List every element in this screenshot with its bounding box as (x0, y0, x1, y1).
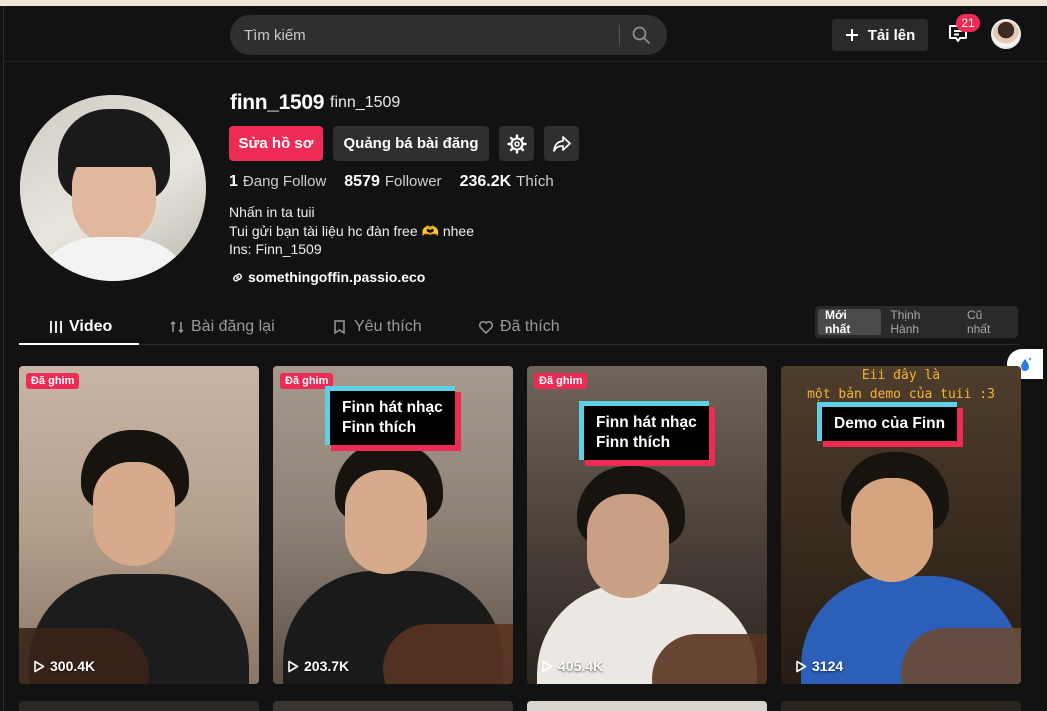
video-card[interactable]: Đã ghim Finn hát nhạc Finn thích 203.7K (273, 366, 513, 684)
video-card-partial[interactable] (527, 701, 767, 711)
tab-video[interactable]: Video (49, 309, 112, 345)
video-caption: Finn hát nhạc Finn thích (579, 401, 709, 460)
grid-icon (50, 321, 62, 333)
video-card[interactable]: Eii đây là một bản demo của tuii :3 Demo… (781, 366, 1021, 684)
video-card-partial[interactable] (273, 701, 513, 711)
profile-nickname: finn_1509 (330, 94, 401, 111)
profile-username: finn_1509 (230, 91, 325, 114)
pinned-badge: Đã ghim (534, 373, 588, 389)
settings-button[interactable] (499, 126, 534, 161)
view-count: 405.4K (541, 658, 603, 674)
video-caption: Finn hát nhạc Finn thích (325, 386, 455, 445)
search-input[interactable] (244, 15, 614, 55)
video-caption: Demo của Finn (817, 402, 958, 441)
profile-link[interactable]: somethingoffin.passio.eco (231, 269, 425, 285)
sort-newest[interactable]: Mới nhất (818, 308, 882, 336)
video-card-partial[interactable] (781, 701, 1021, 711)
play-icon (34, 660, 45, 672)
following-stat[interactable]: 1 Đang Follow (229, 173, 326, 191)
top-header: Tải lên 21 (4, 6, 1047, 62)
app-frame: Tải lên 21 finn_1509 finn_1509 Sửa hồ sơ… (3, 6, 1047, 711)
search-divider (619, 25, 620, 45)
share-arrow-icon (552, 135, 571, 152)
active-tab-indicator (19, 343, 139, 345)
pinned-badge: Đã ghim (26, 373, 80, 389)
bio-line: Tui gửi bạn tài liệu hc đàn free 🫶 nhee (229, 222, 474, 239)
likes-stat: 236.2K Thích (459, 173, 554, 190)
followers-stat[interactable]: 8579 Follower (344, 173, 441, 191)
sort-popular[interactable]: Thịnh Hành (883, 308, 958, 336)
play-icon (288, 660, 299, 672)
view-count: 203.7K (287, 658, 349, 674)
view-count: 3124 (795, 658, 843, 674)
account-avatar[interactable] (991, 19, 1021, 49)
upload-label: Tải lên (867, 26, 916, 44)
search-bar[interactable] (230, 15, 667, 55)
heart-icon (478, 320, 494, 335)
search-icon[interactable] (631, 25, 651, 45)
link-icon (233, 273, 242, 281)
tab-reposts[interactable]: Bài đăng lại (169, 309, 275, 345)
share-profile-button[interactable] (544, 126, 579, 161)
video-card[interactable]: Đã ghim 300.4K (19, 366, 259, 684)
upload-button[interactable]: Tải lên (832, 19, 928, 51)
play-icon (796, 660, 807, 672)
inbox-badge: 21 (956, 14, 980, 32)
plus-icon (845, 29, 858, 41)
bio-line: Nhấn in ta tuii (229, 204, 315, 220)
profile-stats: 1 Đang Follow 8579 Follower 236.2K Thích (229, 173, 554, 191)
gear-icon (506, 133, 527, 154)
tab-liked[interactable]: Đã thích (478, 309, 560, 345)
edit-profile-button[interactable]: Sửa hồ sơ (229, 126, 323, 161)
profile-link-text: somethingoffin.passio.eco (248, 269, 426, 285)
repost-icon (170, 320, 184, 334)
bio-line: Ins: Finn_1509 (229, 241, 322, 257)
video-top-text: Eii đây là một bản demo của tuii :3 (807, 368, 995, 402)
tab-favorites[interactable]: Yêu thích (332, 309, 422, 345)
video-card-partial[interactable] (19, 701, 259, 711)
play-icon (542, 660, 553, 672)
view-count: 300.4K (33, 658, 95, 674)
video-card[interactable]: Đã ghim Finn hát nhạc Finn thích 405.4K (527, 366, 767, 684)
sort-oldest[interactable]: Cũ nhất (960, 308, 1015, 336)
sort-selector: Mới nhất Thịnh Hành Cũ nhất (815, 306, 1018, 338)
profile-avatar[interactable] (20, 95, 206, 281)
bookmark-icon (334, 320, 345, 335)
profile-bio: Nhấn in ta tuii Tui gửi bạn tài liệu hc … (229, 203, 474, 259)
promote-post-button[interactable]: Quảng bá bài đăng (333, 126, 489, 161)
